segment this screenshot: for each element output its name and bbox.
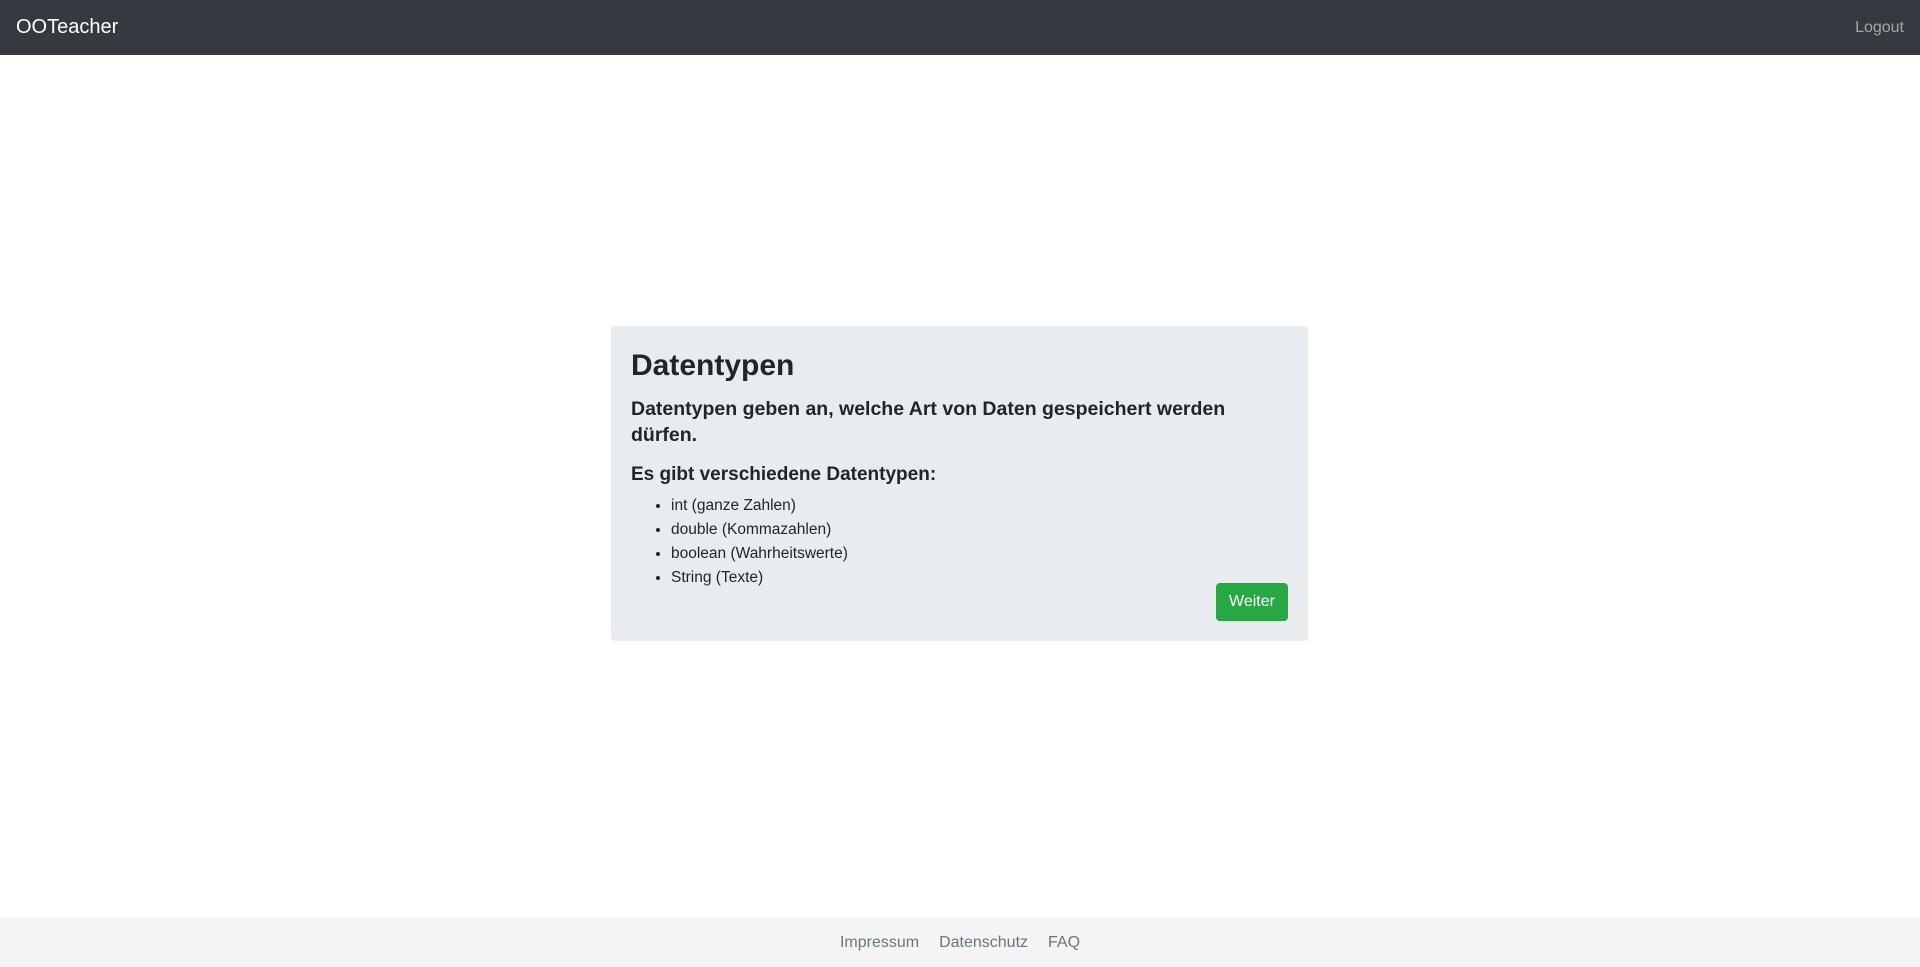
list-item: String (Texte) [671,566,1288,590]
footer-link-faq[interactable]: FAQ [1048,934,1080,952]
next-button[interactable]: Weiter [1216,583,1288,621]
list-item: boolean (Wahrheitswerte) [671,542,1288,566]
logout-link[interactable]: Logout [1855,19,1904,37]
datatype-list: int (ganze Zahlen) double (Kommazahlen) … [631,494,1288,590]
card-title: Datentypen [631,349,795,382]
list-item: int (ganze Zahlen) [671,494,1288,518]
main-content: Datentypen Datentypen geben an, welche A… [0,55,1920,918]
footer-link-datenschutz[interactable]: Datenschutz [939,934,1028,952]
footer-link-impressum[interactable]: Impressum [840,934,919,952]
brand-logo[interactable]: OOTeacher [16,16,118,39]
info-card: Datentypen Datentypen geben an, welche A… [611,326,1308,641]
page-footer: Impressum Datenschutz FAQ [0,918,1920,967]
top-navbar: OOTeacher Logout [0,0,1920,55]
card-subheading: Es gibt verschiedene Datentypen: [631,464,937,485]
list-item: double (Kommazahlen) [671,518,1288,542]
card-lead: Datentypen geben an, welche Art von Date… [631,398,1226,446]
